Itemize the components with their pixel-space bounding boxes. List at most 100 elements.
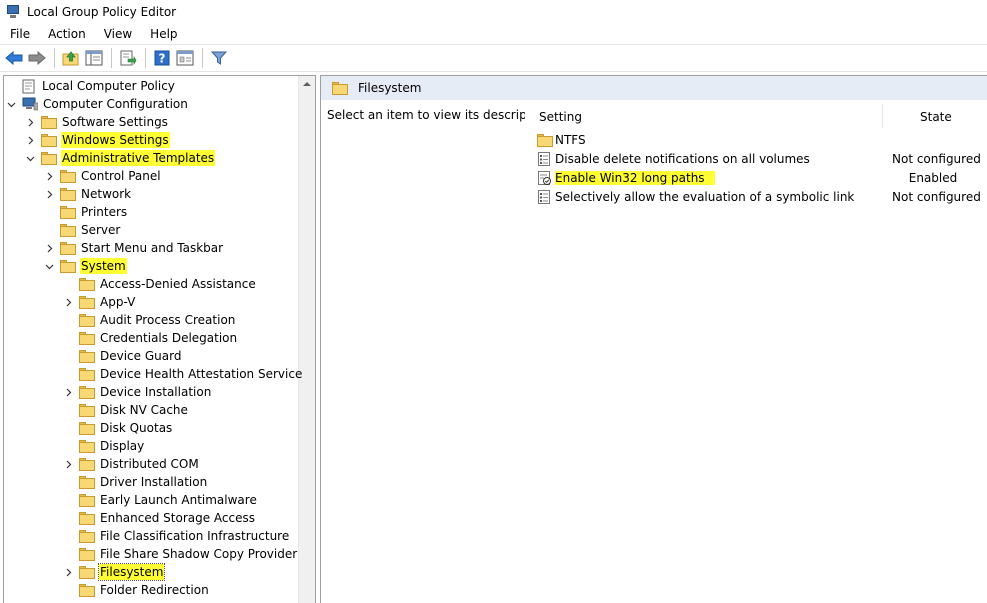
tree-item-printers[interactable]: Printers	[45, 203, 128, 221]
help-button[interactable]: ?	[151, 47, 173, 69]
chevron-right-icon[interactable]	[64, 298, 73, 307]
tree-item-app-v[interactable]: App-V	[64, 293, 136, 311]
folder-icon	[60, 205, 76, 219]
tree-item-filesystem[interactable]: Filesystem	[64, 563, 166, 581]
policy-setting-icon	[538, 152, 551, 169]
list-item-disable-delete-notifications[interactable]: Disable delete notifications on all volu…	[525, 149, 987, 168]
tree-item-start-menu-taskbar[interactable]: Start Menu and Taskbar	[45, 239, 224, 257]
tree-item-enhanced-storage-access[interactable]: Enhanced Storage Access	[64, 509, 256, 527]
chevron-right-icon[interactable]	[45, 190, 54, 199]
tree-item-device-guard[interactable]: Device Guard	[64, 347, 182, 365]
tree-label: Device Guard	[100, 349, 182, 363]
folder-icon	[79, 547, 95, 561]
menu-help[interactable]: Help	[140, 27, 185, 41]
properties-button[interactable]	[174, 47, 196, 69]
menu-file[interactable]: File	[0, 27, 38, 41]
chevron-right-icon[interactable]	[64, 568, 73, 577]
policy-document-icon	[22, 79, 36, 94]
list-item-selectively-allow-symbolic-link[interactable]: Selectively allow the evaluation of a sy…	[525, 187, 987, 206]
up-folder-icon	[62, 51, 79, 66]
chevron-right-icon[interactable]	[26, 118, 35, 127]
list-item-ntfs[interactable]: NTFS	[525, 130, 987, 149]
toolbar: ?	[0, 44, 987, 72]
toolbar-separator	[145, 48, 146, 68]
chevron-right-icon[interactable]	[64, 388, 73, 397]
folder-icon	[79, 295, 95, 309]
tree-label: Start Menu and Taskbar	[81, 241, 224, 255]
tree-item-device-installation[interactable]: Device Installation	[64, 383, 212, 401]
tree-item-file-share-shadow-copy[interactable]: File Share Shadow Copy Provider	[64, 545, 298, 563]
tree-label: Software Settings	[62, 115, 168, 129]
folder-icon	[537, 134, 557, 147]
tree-item-server[interactable]: Server	[45, 221, 121, 239]
tree-item-file-classification-infrastructure[interactable]: File Classification Infrastructure	[64, 527, 290, 545]
tree-item-disk-nv-cache[interactable]: Disk NV Cache	[64, 401, 189, 419]
tree-item-device-health-attestation[interactable]: Device Health Attestation Service	[64, 365, 303, 383]
column-divider[interactable]	[882, 104, 883, 128]
export-list-icon	[120, 50, 137, 66]
tree-item-credentials-delegation[interactable]: Credentials Delegation	[64, 329, 238, 347]
toolbar-separator	[111, 48, 112, 68]
chevron-down-icon[interactable]	[7, 100, 16, 109]
column-header-setting[interactable]: Setting	[539, 106, 582, 128]
chevron-right-icon[interactable]	[64, 460, 73, 469]
menu-view[interactable]: View	[94, 27, 140, 41]
tree-item-computer-configuration[interactable]: Computer Configuration	[7, 95, 189, 113]
tree-label: Credentials Delegation	[100, 331, 238, 345]
tree-label: Access-Denied Assistance	[100, 277, 256, 291]
tree-item-local-computer-policy[interactable]: Local Computer Policy	[7, 77, 176, 95]
folder-icon	[79, 313, 95, 327]
folder-icon	[79, 277, 95, 291]
tree-label: Enhanced Storage Access	[100, 511, 256, 525]
list-item-enable-win32-long-paths[interactable]: Enable Win32 long paths Enabled	[525, 168, 987, 187]
chevron-down-icon[interactable]	[26, 154, 35, 163]
tree-item-display[interactable]: Display	[64, 437, 145, 455]
folder-icon	[332, 81, 348, 95]
tree-item-administrative-templates[interactable]: Administrative Templates	[26, 149, 216, 167]
chevron-right-icon[interactable]	[45, 244, 54, 253]
menu-action[interactable]: Action	[38, 27, 94, 41]
tree-scrollbar[interactable]	[298, 76, 315, 603]
tree-item-disk-quotas[interactable]: Disk Quotas	[64, 419, 173, 437]
tree-item-driver-installation[interactable]: Driver Installation	[64, 473, 208, 491]
tree-item-distributed-com[interactable]: Distributed COM	[64, 455, 200, 473]
tree-item-audit-process-creation[interactable]: Audit Process Creation	[64, 311, 236, 329]
folder-icon	[60, 169, 76, 183]
folder-icon	[79, 583, 95, 597]
folder-icon	[79, 493, 95, 507]
scroll-up-arrow-icon[interactable]	[303, 82, 311, 86]
up-one-level-button[interactable]	[60, 47, 82, 69]
back-button[interactable]	[3, 47, 25, 69]
title-bar: Local Group Policy Editor	[0, 0, 987, 23]
tree-item-access-denied-assistance[interactable]: Access-Denied Assistance	[64, 275, 257, 293]
folder-icon	[60, 241, 76, 255]
settings-list[interactable]: Setting State NTFS Disable delete notifi…	[525, 100, 987, 603]
tree-item-early-launch-antimalware[interactable]: Early Launch Antimalware	[64, 491, 258, 509]
tree-item-folder-redirection[interactable]: Folder Redirection	[64, 581, 210, 599]
tree-item-network[interactable]: Network	[45, 185, 132, 203]
tree-label: Server	[81, 223, 121, 237]
tree-item-system[interactable]: System	[45, 257, 127, 275]
console-tree[interactable]: Local Computer Policy Computer Configura…	[3, 75, 316, 603]
chevron-right-icon[interactable]	[45, 172, 54, 181]
chevron-right-icon[interactable]	[26, 136, 35, 145]
tree-item-software-settings[interactable]: Software Settings	[26, 113, 169, 131]
folder-icon	[60, 223, 76, 237]
folder-icon	[41, 115, 57, 129]
show-hide-console-tree-button[interactable]	[83, 47, 105, 69]
tree-label: Audit Process Creation	[100, 313, 236, 327]
tree-item-windows-settings[interactable]: Windows Settings	[26, 131, 170, 149]
tree-item-control-panel[interactable]: Control Panel	[45, 167, 162, 185]
forward-button[interactable]	[26, 47, 48, 69]
filter-button[interactable]	[208, 47, 230, 69]
tree-label: Early Launch Antimalware	[100, 493, 257, 507]
details-header: Filesystem	[321, 76, 987, 100]
tree-label: Control Panel	[81, 169, 161, 183]
export-list-button[interactable]	[117, 47, 139, 69]
folder-icon	[79, 331, 95, 345]
column-header-state[interactable]: State	[920, 106, 952, 128]
group-policy-app-icon	[5, 4, 21, 19]
chevron-down-icon[interactable]	[45, 262, 54, 271]
folder-icon	[79, 529, 95, 543]
folder-icon	[41, 151, 57, 165]
